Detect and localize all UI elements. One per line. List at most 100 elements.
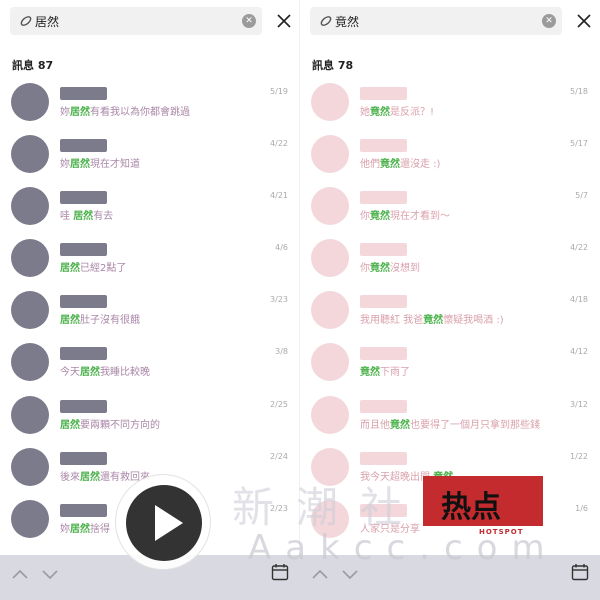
message-date: 5/18 — [570, 87, 588, 96]
play-icon — [126, 485, 202, 561]
avatar — [11, 500, 49, 538]
avatar — [11, 291, 49, 329]
video-play-button[interactable] — [115, 474, 211, 570]
pill-icon — [20, 16, 32, 26]
avatar — [11, 187, 49, 225]
avatar — [311, 83, 349, 121]
list-item[interactable]: 妳居然有看我以為你都會跳過 5/19 — [0, 83, 300, 135]
list-item[interactable]: 她竟然是反派？! 5/18 — [300, 83, 600, 135]
contact-name-redacted — [360, 452, 407, 465]
message-date: 4/12 — [570, 347, 588, 356]
contact-name-redacted — [60, 504, 107, 517]
avatar — [311, 396, 349, 434]
message-snippet: 妳居然現在才知道 — [60, 159, 140, 170]
pill-icon — [320, 16, 332, 26]
list-item[interactable]: 而且他竟然也要得了一個月只拿到那些錢 3/12 — [300, 396, 600, 448]
message-snippet: 居然已經2點了 — [60, 263, 127, 274]
message-snippet: 他們竟然還沒走 :) — [360, 159, 441, 170]
avatar — [11, 343, 49, 381]
contact-name-redacted — [360, 191, 407, 204]
search-query-right[interactable]: 竟然 — [335, 13, 359, 30]
hotspot-sublabel: HOTSPOT — [479, 528, 524, 536]
contact-name-redacted — [60, 243, 107, 256]
clear-search-button-left[interactable]: ✕ — [242, 14, 256, 28]
contact-name-redacted — [360, 139, 407, 152]
contact-name-redacted — [60, 191, 107, 204]
calendar-icon[interactable] — [571, 563, 589, 581]
contact-name-redacted — [60, 400, 107, 413]
close-icon[interactable] — [576, 11, 592, 31]
message-date: 1/6 — [575, 504, 588, 513]
message-snippet: 居然肚子沒有很餓 — [60, 315, 140, 326]
message-date: 5/19 — [270, 87, 288, 96]
contact-name-redacted — [360, 243, 407, 256]
avatar — [11, 396, 49, 434]
message-snippet: 而且他竟然也要得了一個月只拿到那些錢 — [360, 420, 540, 431]
contact-name-redacted — [360, 347, 407, 360]
message-date: 3/12 — [570, 400, 588, 409]
avatar — [311, 187, 349, 225]
message-date: 1/22 — [570, 452, 588, 461]
message-date: 2/24 — [270, 452, 288, 461]
list-item[interactable]: 竟然下雨了 4/12 — [300, 343, 600, 395]
list-item[interactable]: 居然要兩顆不同方向的 2/25 — [0, 396, 300, 448]
avatar — [311, 291, 349, 329]
contact-name-redacted — [360, 87, 407, 100]
list-item[interactable]: 你竟然沒想到 4/22 — [300, 239, 600, 291]
list-item[interactable]: 居然已經2點了 4/6 — [0, 239, 300, 291]
avatar — [11, 83, 49, 121]
message-snippet: 你竟然現在才看到～ — [360, 211, 450, 222]
search-bar-left[interactable]: 居然 ✕ — [10, 7, 262, 35]
chevron-up-icon[interactable] — [311, 567, 329, 581]
message-date: 4/18 — [570, 295, 588, 304]
list-item[interactable]: 他們竟然還沒走 :) 5/17 — [300, 135, 600, 187]
chevron-up-icon[interactable] — [11, 567, 29, 581]
hotspot-badge: 热点 HOTSPOT — [423, 476, 543, 536]
message-snippet: 哇 居然有去 — [60, 211, 114, 222]
message-snippet: 妳居然捨得 — [60, 524, 110, 535]
contact-name-redacted — [60, 347, 107, 360]
message-date: 5/17 — [570, 139, 588, 148]
contact-name-redacted — [360, 295, 407, 308]
contact-name-redacted — [60, 87, 107, 100]
message-snippet: 她竟然是反派？! — [360, 107, 435, 118]
contact-name-redacted — [360, 400, 407, 413]
message-snippet: 今天居然我睡比較晚 — [60, 367, 150, 378]
chevron-down-icon[interactable] — [41, 567, 59, 581]
avatar — [311, 343, 349, 381]
message-snippet: 居然要兩顆不同方向的 — [60, 420, 160, 431]
avatar — [311, 135, 349, 173]
message-snippet: 妳居然有看我以為你都會跳過 — [60, 107, 190, 118]
avatar — [11, 239, 49, 277]
contact-name-redacted — [60, 295, 107, 308]
avatar — [11, 135, 49, 173]
message-date: 3/8 — [275, 347, 288, 356]
search-query-left[interactable]: 居然 — [35, 13, 59, 30]
contact-name-redacted — [60, 452, 107, 465]
list-item[interactable]: 哇 居然有去 4/21 — [0, 187, 300, 239]
list-item[interactable]: 居然肚子沒有很餓 3/23 — [0, 291, 300, 343]
message-date: 4/22 — [270, 139, 288, 148]
message-date: 5/7 — [575, 191, 588, 200]
message-count-left: 訊息 87 — [12, 59, 54, 72]
chevron-down-icon[interactable] — [341, 567, 359, 581]
message-date: 4/22 — [570, 243, 588, 252]
message-snippet: 我用聽紅 我爸竟然懷疑我喝酒 :) — [360, 315, 504, 326]
list-item[interactable]: 今天居然我睡比較晚 3/8 — [0, 343, 300, 395]
watermark-title: 新潮社 — [232, 483, 425, 532]
avatar — [311, 239, 349, 277]
message-count-right: 訊息 78 — [312, 59, 354, 72]
message-date: 2/25 — [270, 400, 288, 409]
list-item[interactable]: 你竟然現在才看到～ 5/7 — [300, 187, 600, 239]
avatar — [11, 448, 49, 486]
contact-name-redacted — [60, 139, 107, 152]
message-snippet: 竟然下雨了 — [360, 367, 410, 378]
message-date: 4/21 — [270, 191, 288, 200]
hotspot-label: 热点 — [441, 490, 501, 525]
list-item[interactable]: 妳居然現在才知道 4/22 — [0, 135, 300, 187]
clear-search-button-right[interactable]: ✕ — [542, 14, 556, 28]
close-icon[interactable] — [276, 11, 292, 31]
message-date: 3/23 — [270, 295, 288, 304]
search-bar-right[interactable]: 竟然 ✕ — [310, 7, 562, 35]
list-item[interactable]: 我用聽紅 我爸竟然懷疑我喝酒 :) 4/18 — [300, 291, 600, 343]
